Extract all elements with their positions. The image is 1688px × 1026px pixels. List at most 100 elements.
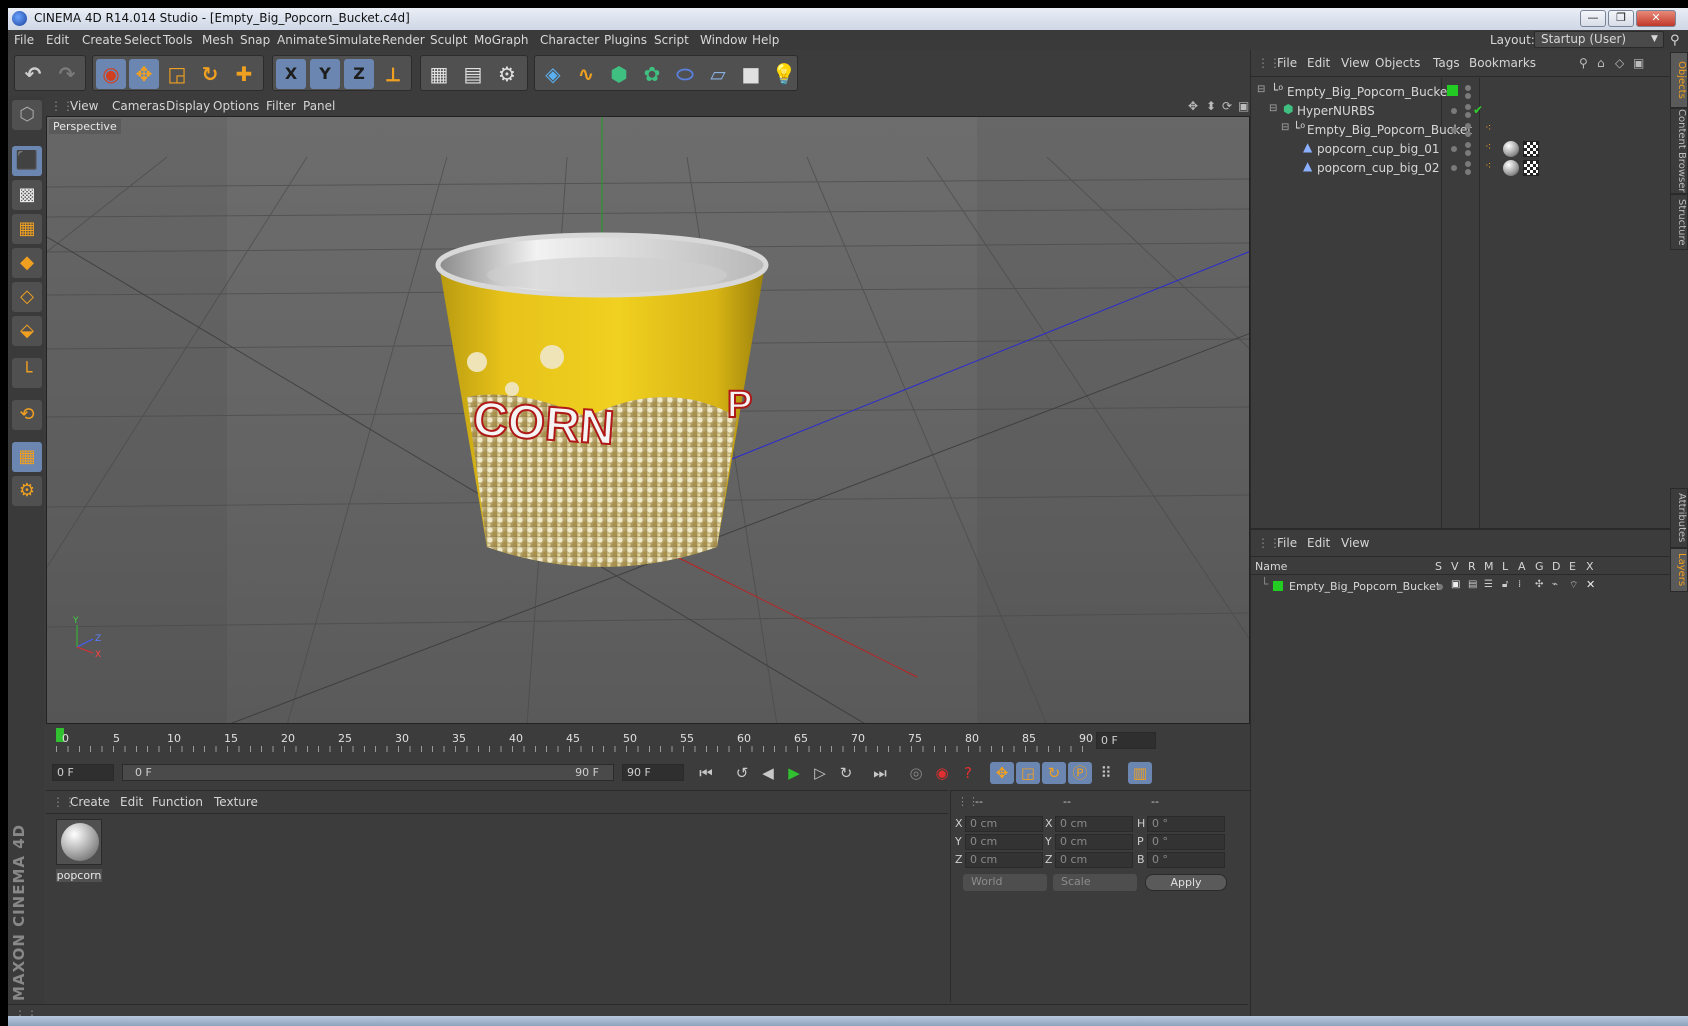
size-mode-dropdown[interactable]: Scale: [1053, 874, 1137, 891]
collapse-icon[interactable]: ⊟: [1281, 122, 1289, 133]
editor-visibility-dot[interactable]: [1465, 85, 1471, 91]
column-render[interactable]: R: [1468, 560, 1476, 573]
next-frame-icon[interactable]: ▷: [808, 762, 832, 784]
popcorn-bucket-model[interactable]: CORN P: [435, 232, 769, 567]
close-button[interactable]: ✕: [1636, 10, 1676, 27]
search-icon[interactable]: ⚲: [1670, 33, 1680, 48]
timeline-ruler[interactable]: 0 5 10 15 20 25 30 35 40 45 50 55 60 65 …: [46, 726, 1250, 756]
menu-create[interactable]: Create: [82, 33, 122, 47]
start-frame-field[interactable]: 0 F: [52, 764, 114, 781]
render-visibility-dot[interactable]: [1465, 93, 1471, 99]
xref-icon[interactable]: ✕: [1586, 578, 1595, 591]
render-visibility-dot[interactable]: [1465, 150, 1471, 156]
coordinate-system-icon[interactable]: ⟂: [378, 59, 408, 89]
light-icon[interactable]: 💡: [769, 59, 799, 89]
camera-icon[interactable]: ■: [736, 59, 766, 89]
column-xref[interactable]: X: [1586, 560, 1594, 573]
rotate-icon[interactable]: ↻: [195, 59, 225, 89]
next-key-icon[interactable]: ↻: [834, 762, 858, 784]
maximize-button[interactable]: ❐: [1608, 10, 1634, 27]
previous-frame-icon[interactable]: ◀: [756, 762, 780, 784]
layer-color-swatch[interactable]: [1447, 85, 1458, 96]
edges-mode-icon[interactable]: ◇: [12, 282, 42, 312]
viewport-menu-options[interactable]: Options: [213, 99, 259, 113]
layer-menu-edit[interactable]: Edit: [1307, 536, 1330, 550]
size-x-field[interactable]: 0 cm: [1055, 816, 1133, 832]
layer-name[interactable]: Empty_Big_Popcorn_Bucket: [1289, 580, 1440, 593]
floor-icon[interactable]: ▱: [703, 59, 733, 89]
y-axis-icon[interactable]: Y: [310, 59, 340, 89]
lock-workplane-icon[interactable]: ⚙: [12, 476, 42, 506]
os-taskbar[interactable]: [8, 1016, 1688, 1026]
object-name[interactable]: popcorn_cup_big_02: [1317, 161, 1440, 175]
timeline-window-icon[interactable]: ▥: [1128, 762, 1152, 784]
end-frame-field[interactable]: 90 F: [622, 764, 684, 781]
menu-script[interactable]: Script: [654, 33, 689, 47]
tab-content-browser[interactable]: Content Browser: [1670, 108, 1688, 194]
material-menu-edit[interactable]: Edit: [120, 795, 143, 809]
column-deformers[interactable]: D: [1552, 560, 1560, 573]
viewport-menu-cameras[interactable]: Cameras: [112, 99, 165, 113]
menu-edit[interactable]: Edit: [46, 33, 69, 47]
add-icon[interactable]: ✚: [229, 59, 259, 89]
object-name[interactable]: Empty_Big_Popcorn_Bucket: [1287, 85, 1452, 99]
editor-visibility-dot[interactable]: [1465, 142, 1471, 148]
pos-y-field[interactable]: 0 cm: [965, 834, 1043, 850]
enabled-check-icon[interactable]: ✔: [1473, 103, 1483, 117]
layout-dropdown[interactable]: Startup (User) ▼: [1534, 31, 1664, 48]
record-icon[interactable]: ◎: [904, 762, 928, 784]
render-view-icon[interactable]: ▦: [424, 59, 454, 89]
collapse-icon[interactable]: ⊟: [1269, 103, 1277, 114]
generator-icon[interactable]: ✣: [1535, 579, 1543, 590]
object-menu-bookmarks[interactable]: Bookmarks: [1469, 56, 1536, 70]
menu-sculpt[interactable]: Sculpt: [430, 33, 467, 47]
viewport-zoom-icon[interactable]: ⬍: [1206, 99, 1216, 113]
material-tag-icon[interactable]: [1503, 141, 1519, 157]
collapse-icon[interactable]: ⊟: [1257, 84, 1265, 95]
key-position-icon[interactable]: ✥: [990, 762, 1014, 784]
editor-visibility-dot[interactable]: [1465, 161, 1471, 167]
object-name[interactable]: HyperNURBS: [1297, 104, 1375, 118]
viewport-menu-filter[interactable]: Filter: [266, 99, 296, 113]
layer-color-swatch[interactable]: [1273, 581, 1283, 591]
pos-z-field[interactable]: 0 cm: [965, 852, 1043, 868]
render-picture-viewer-icon[interactable]: ▤: [458, 59, 488, 89]
menu-character[interactable]: Character: [540, 33, 599, 47]
material-tag-icon[interactable]: [1503, 160, 1519, 176]
redo-icon[interactable]: ↷: [52, 59, 82, 89]
object-menu-file[interactable]: File: [1277, 56, 1297, 70]
menu-select[interactable]: Select: [124, 33, 161, 47]
material-menu-texture[interactable]: Texture: [214, 795, 258, 809]
tab-objects[interactable]: Objects: [1670, 52, 1688, 108]
layer-menu-view[interactable]: View: [1341, 536, 1369, 550]
keyframe-selection-icon[interactable]: ?: [956, 762, 980, 784]
column-solo[interactable]: S: [1435, 560, 1442, 573]
menu-tools[interactable]: Tools: [163, 33, 193, 47]
expression-icon[interactable]: ⌔: [1569, 579, 1578, 592]
rot-p-field[interactable]: 0 °: [1147, 834, 1225, 850]
viewport-menu-display[interactable]: Display: [166, 99, 210, 113]
object-name[interactable]: popcorn_cup_big_01: [1317, 142, 1440, 156]
key-rotation-icon[interactable]: ↻: [1042, 762, 1066, 784]
lock-icon[interactable]: 🔓︎: [1502, 579, 1508, 590]
phong-tag-icon[interactable]: ⁖: [1485, 121, 1491, 134]
menu-simulate[interactable]: Simulate: [328, 33, 381, 47]
column-generators[interactable]: G: [1535, 560, 1544, 573]
home-icon[interactable]: ⌂: [1597, 56, 1605, 70]
key-parameter-icon[interactable]: Ⓟ: [1068, 762, 1092, 784]
previous-key-icon[interactable]: ↺: [730, 762, 754, 784]
uvw-tag-icon[interactable]: [1523, 160, 1539, 176]
menu-plugins[interactable]: Plugins: [604, 33, 647, 47]
tab-structure[interactable]: Structure: [1670, 194, 1688, 250]
size-y-field[interactable]: 0 cm: [1055, 834, 1133, 850]
viewport-rotate-icon[interactable]: ⟳: [1222, 99, 1232, 113]
size-z-field[interactable]: 0 cm: [1055, 852, 1133, 868]
editor-visibility-dot[interactable]: [1465, 104, 1471, 110]
menu-animate[interactable]: Animate: [277, 33, 327, 47]
column-manager[interactable]: M: [1484, 560, 1494, 573]
z-axis-icon[interactable]: Z: [344, 59, 374, 89]
menu-mesh[interactable]: Mesh: [202, 33, 234, 47]
object-row[interactable]: ⊟ ⬢ HyperNURBS ✔: [1251, 101, 1671, 121]
editor-visibility-dot[interactable]: [1465, 123, 1471, 129]
axis-mode-icon[interactable]: └: [12, 358, 42, 388]
